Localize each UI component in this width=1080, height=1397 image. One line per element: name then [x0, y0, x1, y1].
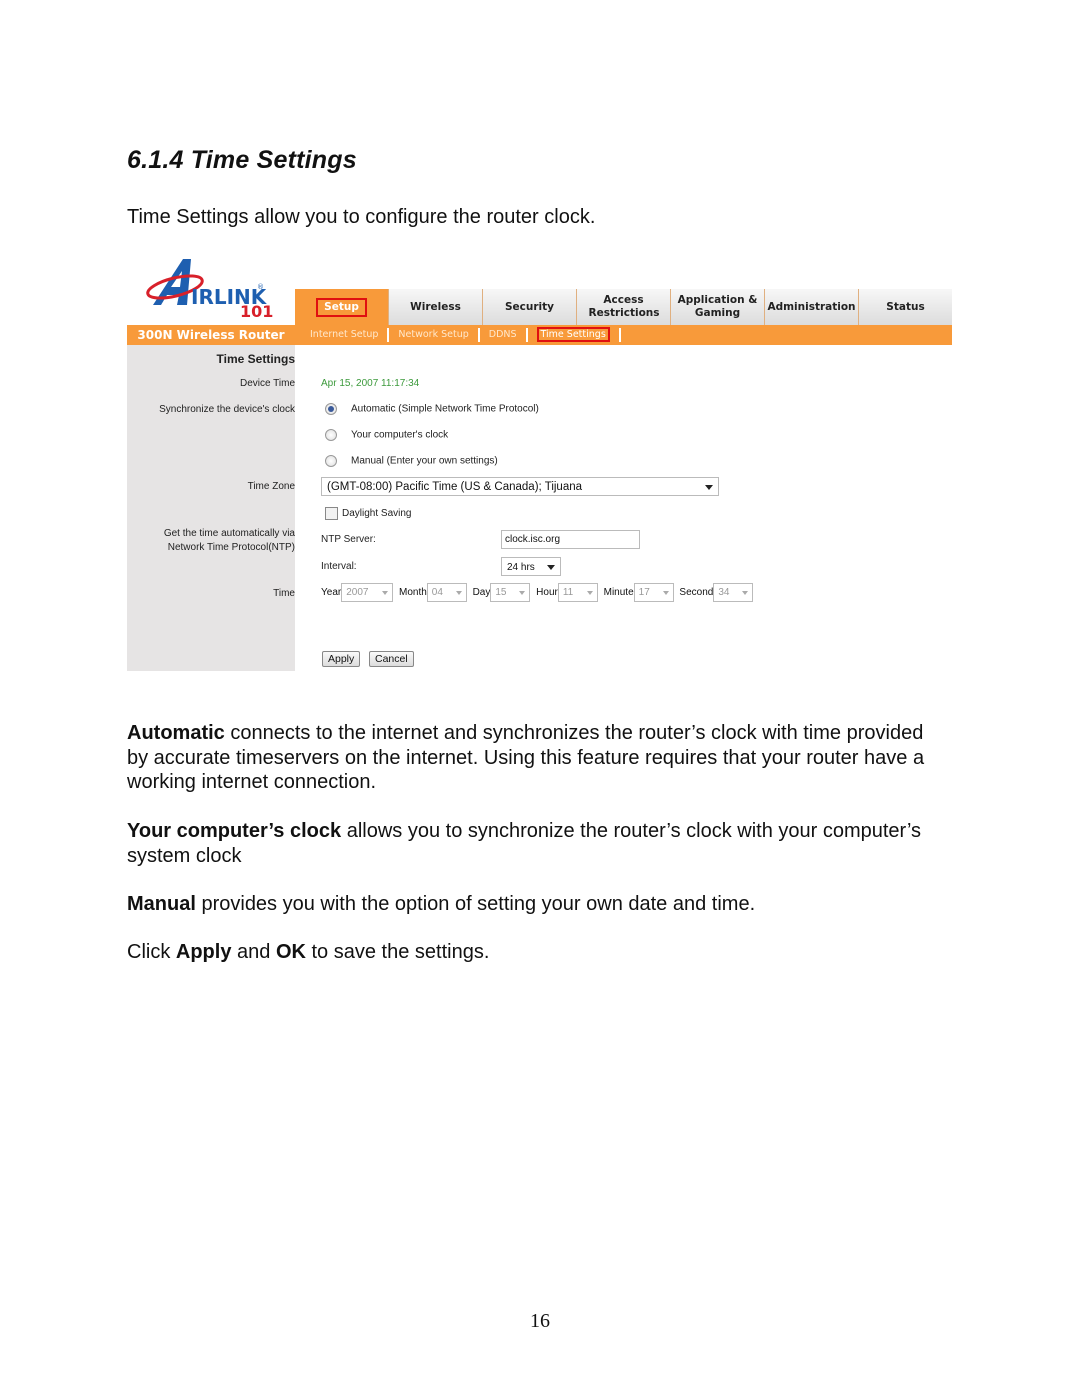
section-heading: 6.1.4 Time Settings	[127, 146, 357, 174]
second-label: Second	[679, 587, 714, 598]
router-screenshot: IRLINK ® 101 Setup Wireless Security Acc…	[127, 253, 952, 671]
intro-text: Time Settings allow you to configure the…	[127, 206, 596, 228]
radio-button[interactable]	[325, 429, 337, 441]
tab-setup[interactable]: Setup	[295, 289, 388, 325]
subtab-time-settings[interactable]: Time Settings	[528, 327, 621, 342]
daylight-saving-option[interactable]: Daylight Saving	[325, 507, 411, 520]
month-select[interactable]: 04	[426, 583, 467, 602]
apply-button[interactable]: Apply	[322, 651, 361, 667]
ntp-server-label: NTP Server:	[321, 534, 376, 545]
time-zone-label: Time Zone	[247, 481, 295, 492]
device-time-value: Apr 15, 2007 11:17:34	[321, 378, 420, 389]
tab-access-restrictions[interactable]: Access Restrictions	[576, 289, 670, 325]
subtab-ddns[interactable]: DDNS	[480, 328, 528, 342]
chevron-down-icon	[705, 485, 713, 490]
radio-option-automatic[interactable]: Automatic (Simple Network Time Protocol)	[325, 403, 539, 415]
ntp-label-line2: Network Time Protocol(NTP)	[167, 542, 295, 553]
sub-nav-bar: 300N Wireless Router Internet Setup Netw…	[127, 325, 952, 345]
time-zone-select[interactable]: (GMT-08:00) Pacific Time (US & Canada); …	[321, 477, 719, 496]
svg-text:®: ®	[257, 283, 264, 291]
minute-label: Minute	[603, 587, 634, 598]
minute-select[interactable]: 17	[633, 583, 674, 602]
chevron-down-icon	[547, 565, 555, 570]
label-column	[127, 345, 295, 671]
daylight-saving-checkbox[interactable]	[325, 507, 338, 520]
second-select[interactable]: 34	[713, 583, 754, 602]
subtab-network-setup[interactable]: Network Setup	[389, 328, 480, 342]
paragraph-manual: Manual provides you with the option of s…	[127, 893, 756, 915]
month-label: Month	[399, 587, 427, 598]
device-time-label: Device Time	[239, 378, 295, 389]
day-select[interactable]: 15	[490, 583, 531, 602]
radio-option-manual[interactable]: Manual (Enter your own settings)	[325, 455, 498, 467]
paragraph-save-instructions: Click Apply and OK to save the settings.	[127, 941, 490, 963]
paragraph-automatic: Automatic connects to the internet and s…	[127, 722, 925, 793]
svg-text:101: 101	[240, 302, 273, 319]
section-label: Time Settings	[216, 352, 295, 366]
hour-select[interactable]: 11	[557, 583, 598, 602]
page-number: 16	[530, 1310, 550, 1332]
chevron-down-icon	[586, 591, 593, 595]
chevron-down-icon	[382, 591, 389, 595]
tab-wireless[interactable]: Wireless	[388, 289, 482, 325]
radio-button[interactable]	[325, 455, 337, 467]
settings-content: Apr 15, 2007 11:17:34 Automatic (Simple …	[295, 345, 952, 671]
chevron-down-icon	[662, 591, 669, 595]
tab-status[interactable]: Status	[858, 289, 952, 325]
manual-time-fields: Year 2007 Month 04 Day 15 Hour 11 Minute 17 S…	[321, 583, 756, 602]
tab-application-gaming[interactable]: Application & Gaming	[670, 289, 764, 325]
main-nav: Setup Wireless Security Access Restricti…	[295, 289, 952, 325]
ntp-label-line1: Get the time automatically via	[163, 528, 295, 539]
paragraph-computer-clock: Your computer’s clock allows you to sync…	[127, 820, 922, 867]
chevron-down-icon	[455, 591, 462, 595]
subtab-internet-setup[interactable]: Internet Setup	[301, 328, 390, 342]
cancel-button[interactable]: Cancel	[369, 651, 414, 667]
airlink-logo: IRLINK ® 101	[145, 257, 285, 321]
radio-option-computer-clock[interactable]: Your computer's clock	[325, 429, 448, 441]
day-label: Day	[472, 587, 491, 598]
hour-label: Hour	[536, 587, 558, 598]
chevron-down-icon	[742, 591, 749, 595]
year-select[interactable]: 2007	[341, 583, 394, 602]
sub-nav: Internet Setup Network Setup DDNS Time S…	[301, 325, 621, 345]
time-label: Time	[273, 588, 295, 599]
chevron-down-icon	[519, 591, 526, 595]
airlink-logo-icon: IRLINK ® 101	[146, 259, 273, 321]
ntp-server-input[interactable]: clock.isc.org	[501, 530, 640, 549]
tab-security[interactable]: Security	[482, 289, 576, 325]
sync-label: Synchronize the device's clock	[159, 404, 295, 415]
tab-administration[interactable]: Administration	[764, 289, 858, 325]
radio-button-checked[interactable]	[325, 403, 337, 415]
year-label: Year	[321, 587, 342, 598]
interval-select[interactable]: 24 hrs	[501, 557, 561, 576]
interval-label: Interval:	[321, 561, 357, 572]
product-name: 300N Wireless Router	[137, 328, 285, 342]
